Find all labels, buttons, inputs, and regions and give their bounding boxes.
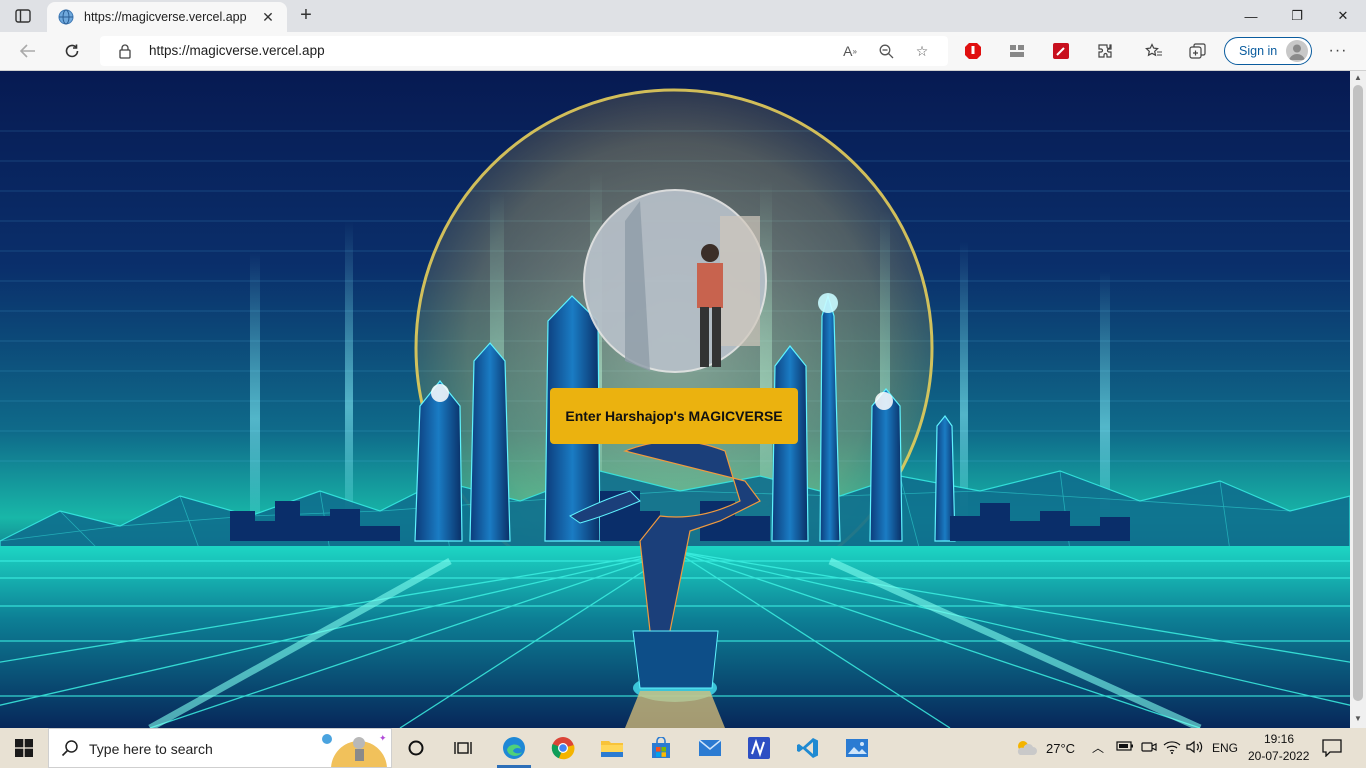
windows-start-button[interactable] [0,728,48,768]
browser-tab[interactable]: https://magicverse.vercel.app ✕ [47,2,287,32]
page-viewport: Enter Harshajop's MAGICVERSE [0,71,1350,728]
weather-icon[interactable] [1010,728,1042,768]
search-icon [61,739,79,757]
page-scrollbar[interactable]: ▲ ▼ [1350,71,1366,728]
store-icon[interactable] [638,728,684,768]
refresh-icon[interactable] [61,40,83,62]
close-window-button[interactable]: ✕ [1320,0,1366,32]
volume-icon[interactable] [1186,740,1204,757]
mail-icon[interactable] [687,728,733,768]
search-placeholder: Type here to search [89,741,213,757]
tab-title: https://magicverse.vercel.app [84,10,247,24]
tab-actions-icon[interactable] [8,6,38,26]
windows-logo-icon [15,739,33,757]
azure-data-studio-icon[interactable] [736,728,782,768]
tab-close-icon[interactable]: ✕ [259,8,277,26]
extensions-icon[interactable] [1094,40,1116,62]
browser-toolbar: https://magicverse.vercel.app A» ☆ Sign … [0,32,1366,71]
lock-icon[interactable] [118,43,132,59]
weather-temperature[interactable]: 27°C [1046,741,1075,756]
file-explorer-icon[interactable] [589,728,635,768]
clock-time[interactable]: 19:16 [1264,732,1294,746]
read-aloud-icon[interactable]: A» [840,41,860,61]
back-arrow-icon[interactable] [17,40,39,62]
url-text[interactable]: https://magicverse.vercel.app [149,43,325,58]
task-view-icon[interactable] [440,728,486,768]
search-highlight-illustration: ✦ [322,733,387,767]
battery-icon[interactable] [1116,740,1134,755]
favorites-icon[interactable] [1143,40,1165,62]
maximize-button[interactable]: ❐ [1274,0,1320,32]
new-tab-button[interactable]: + [296,5,316,25]
adblock-extension-icon[interactable] [962,40,984,62]
add-favorite-icon[interactable]: ☆ [912,41,932,61]
address-bar[interactable]: https://magicverse.vercel.app A» ☆ [100,36,948,66]
photos-icon[interactable] [834,728,880,768]
profile-avatar-icon [1286,40,1308,62]
tab-bar: https://magicverse.vercel.app ✕ + — ❐ ✕ [0,0,1366,32]
sign-in-button[interactable]: Sign in [1224,37,1312,65]
collections-icon[interactable] [1187,40,1209,62]
zoom-icon[interactable] [876,41,896,61]
notifications-icon[interactable] [1322,739,1342,760]
enter-magicverse-button[interactable]: Enter Harshajop's MAGICVERSE [550,388,798,444]
scroll-up-icon[interactable]: ▲ [1353,73,1363,83]
clock-date[interactable]: 20-07-2022 [1248,749,1309,763]
more-menu-icon[interactable]: ··· [1327,40,1349,62]
wifi-icon[interactable] [1163,740,1181,757]
vscode-icon[interactable] [785,728,831,768]
svg-text:✦: ✦ [379,733,387,743]
chrome-taskbar-icon[interactable] [540,728,586,768]
minimize-button[interactable]: — [1228,0,1274,32]
sign-in-label: Sign in [1239,44,1278,58]
globe-icon [58,9,74,25]
cortana-icon[interactable] [393,728,439,768]
taskbar-search-box[interactable]: Type here to search ✦ [48,728,392,768]
scroll-down-icon[interactable]: ▼ [1353,714,1363,724]
profile-photo [583,189,767,373]
extension-grid-icon[interactable] [1006,40,1028,62]
windows-taskbar: Type here to search ✦ 27°C ︿ ENG 19:16 2… [0,728,1366,768]
color-picker-extension-icon[interactable] [1050,40,1072,62]
tray-chevron-up-icon[interactable]: ︿ [1092,739,1104,756]
input-language[interactable]: ENG [1212,741,1238,755]
meet-now-icon[interactable] [1141,740,1157,757]
scroll-thumb[interactable] [1353,85,1363,701]
edge-taskbar-icon[interactable] [491,728,537,768]
